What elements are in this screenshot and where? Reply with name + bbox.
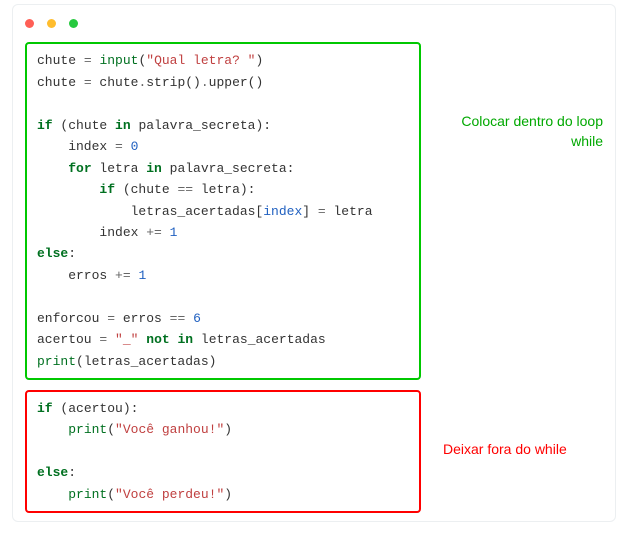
- code-token: =: [84, 75, 92, 90]
- code-token: (: [107, 487, 115, 502]
- code-token: in: [146, 161, 162, 176]
- code-token: index: [37, 139, 115, 154]
- code-token: +=: [115, 268, 131, 283]
- code-token: =: [84, 53, 92, 68]
- code-token: [37, 161, 68, 176]
- code-token: in: [115, 118, 131, 133]
- code-token: ==: [177, 182, 193, 197]
- code-token: (chute: [53, 118, 115, 133]
- code-token: [37, 487, 68, 502]
- code-token: in: [177, 332, 193, 347]
- code-token: 1: [138, 268, 146, 283]
- code-token: ]: [302, 204, 318, 219]
- code-token: (chute: [115, 182, 177, 197]
- code-content: chute = input ( "Qual letra? ") chute = ch…: [13, 42, 615, 521]
- code-token: chute: [37, 75, 84, 90]
- close-icon: [25, 19, 34, 28]
- code-token: strip(): [146, 75, 201, 90]
- code-block-red: if (acertou): print("Você ganhou!") else…: [25, 390, 421, 513]
- code-token: index: [263, 204, 302, 219]
- code-token: chute: [92, 75, 139, 90]
- code-token: [37, 182, 99, 197]
- code-token: "Você perdeu!": [115, 487, 224, 502]
- code-token: [107, 332, 115, 347]
- code-token: erros: [37, 268, 115, 283]
- code-token: letra):: [193, 182, 255, 197]
- note-green: Colocar dentro do loop while: [443, 112, 603, 151]
- code-token: palavra_secreta):: [131, 118, 271, 133]
- code-token: (letras_acertadas): [76, 354, 216, 369]
- code-token: acertou: [37, 332, 99, 347]
- code-token: if: [37, 118, 53, 133]
- code-token: "Você ganhou!": [115, 422, 224, 437]
- code-token: =: [318, 204, 326, 219]
- zoom-icon: [69, 19, 78, 28]
- window-titlebar: [13, 5, 615, 42]
- code-token: not: [146, 332, 169, 347]
- code-token: index: [37, 225, 146, 240]
- code-token: enforcou: [37, 311, 107, 326]
- code-token: .: [201, 75, 209, 90]
- code-token: for: [68, 161, 91, 176]
- code-token: ): [224, 422, 232, 437]
- code-token: [185, 311, 193, 326]
- note-red: Deixar fora do while: [443, 440, 567, 460]
- code-token: [123, 139, 131, 154]
- code-token: chute: [37, 53, 84, 68]
- code-token: else: [37, 246, 68, 261]
- code-token: (: [107, 422, 115, 437]
- code-window: chute = input ( "Qual letra? ") chute = ch…: [12, 4, 616, 522]
- code-token: 6: [193, 311, 201, 326]
- code-token: if: [99, 182, 115, 197]
- code-token: input: [99, 53, 138, 68]
- code-token: +=: [146, 225, 162, 240]
- code-token: [37, 422, 68, 437]
- code-token: letra: [92, 161, 147, 176]
- code-token: ): [224, 487, 232, 502]
- code-token: upper(): [209, 75, 264, 90]
- code-block-green: chute = input("Qual letra? ") chute = ch…: [25, 42, 421, 380]
- code-token: :: [68, 465, 76, 480]
- code-token: palavra_secreta:: [162, 161, 295, 176]
- code-token: letras_acertadas: [193, 332, 326, 347]
- code-token: 1: [170, 225, 178, 240]
- code-token: erros: [115, 311, 170, 326]
- code-token: =: [115, 139, 123, 154]
- code-token: letra: [326, 204, 373, 219]
- code-token: letras_acertadas[: [37, 204, 263, 219]
- code-token: ): [255, 53, 263, 68]
- code-token: "Qual letra? ": [146, 53, 255, 68]
- code-token: else: [37, 465, 68, 480]
- code-token: :: [68, 246, 76, 261]
- code-token: print: [68, 422, 107, 437]
- minimize-icon: [47, 19, 56, 28]
- code-token: print: [37, 354, 76, 369]
- code-token: "_": [115, 332, 138, 347]
- code-token: 0: [131, 139, 139, 154]
- code-token: print: [68, 487, 107, 502]
- code-token: (acertou):: [53, 401, 139, 416]
- code-token: =: [107, 311, 115, 326]
- code-token: [162, 225, 170, 240]
- code-token: if: [37, 401, 53, 416]
- code-token: ==: [170, 311, 186, 326]
